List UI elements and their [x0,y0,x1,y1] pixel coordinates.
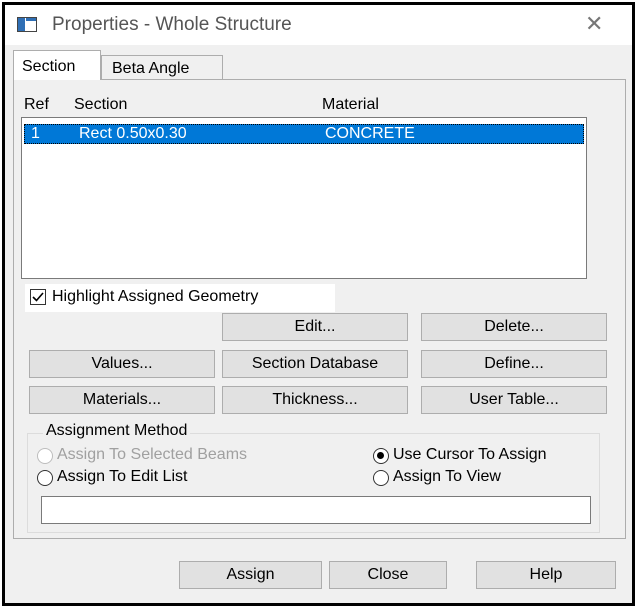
assignment-input[interactable] [41,496,591,524]
assignment-method-title: Assignment Method [43,422,191,440]
assign-button[interactable]: Assign [179,561,322,589]
row-section: Rect 0.50x0.30 [79,125,187,142]
close-button[interactable]: Close [329,561,447,589]
close-icon[interactable]: ✕ [585,13,603,35]
properties-dialog: Properties - Whole Structure ✕ Beta Angl… [2,2,635,606]
column-header-material[interactable]: Material [322,94,418,116]
thickness-button[interactable]: Thickness... [222,386,408,414]
materials-button[interactable]: Materials... [29,386,215,414]
radio-button[interactable] [37,470,53,486]
tab-label: Section [22,58,76,75]
section-list[interactable]: 1 Rect 0.50x0.30 CONCRETE [21,117,587,279]
radio-label: Assign To View [393,468,501,485]
radio-button[interactable] [373,448,389,464]
app-window-icon [17,17,37,32]
user-table-button[interactable]: User Table... [421,386,607,414]
table-row[interactable]: 1 Rect 0.50x0.30 CONCRETE [24,124,584,144]
row-ref: 1 [31,125,40,142]
values-button[interactable]: Values... [29,350,215,378]
help-button[interactable]: Help [476,561,616,589]
checkmark-icon [32,292,44,302]
radio-label: Use Cursor To Assign [393,446,547,463]
edit-button[interactable]: Edit... [222,313,408,341]
radio-button[interactable] [373,470,389,486]
radio-selected-dot [377,452,384,459]
define-button[interactable]: Define... [421,350,607,378]
section-database-button[interactable]: Section Database [222,350,408,378]
radio-label: Assign To Edit List [57,468,188,485]
window-title: Properties - Whole Structure [52,14,292,35]
tab-section[interactable]: Section [13,50,101,80]
column-header-ref[interactable]: Ref [24,94,64,116]
title-bar: Properties - Whole Structure ✕ [5,5,632,45]
highlight-assigned-geometry-checkbox[interactable]: Highlight Assigned Geometry [25,284,335,312]
row-material: CONCRETE [325,125,415,142]
tab-label: Beta Angle [112,60,190,77]
delete-button[interactable]: Delete... [421,313,607,341]
radio-button [37,448,53,464]
radio-label: Assign To Selected Beams [57,446,248,463]
column-header-section[interactable]: Section [74,94,156,116]
tab-beta-angle[interactable]: Beta Angle [101,55,223,79]
checkbox-label: Highlight Assigned Geometry [52,288,259,305]
checkbox-box[interactable] [30,289,46,305]
